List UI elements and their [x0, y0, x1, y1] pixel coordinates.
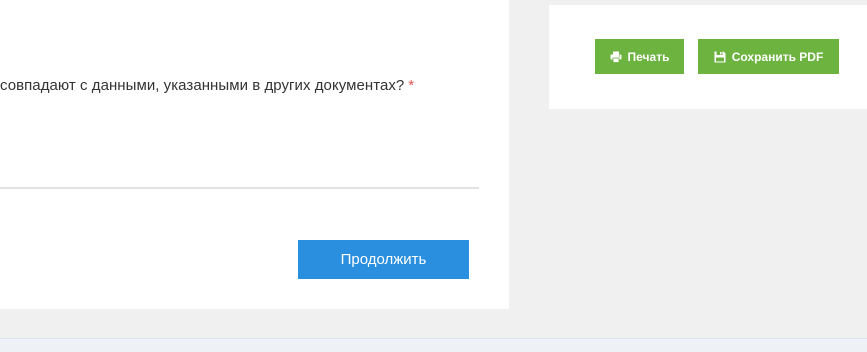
print-button[interactable]: Печать [595, 39, 684, 74]
actions-panel: Печать Сохранить PDF [549, 5, 867, 109]
save-pdf-button[interactable]: Сохранить PDF [698, 39, 839, 74]
footer-bar [0, 338, 867, 352]
save-icon [714, 50, 727, 63]
field-divider [0, 187, 479, 189]
form-panel: совпадают с данными, указанными в других… [0, 0, 509, 309]
question-label: совпадают с данными, указанными в других… [0, 77, 414, 94]
continue-button[interactable]: Продолжить [298, 240, 469, 279]
continue-button-label: Продолжить [340, 251, 427, 268]
required-marker: * [408, 77, 415, 94]
save-pdf-button-label: Сохранить PDF [731, 49, 824, 64]
printer-icon [610, 50, 623, 63]
page: совпадают с данными, указанными в других… [0, 0, 867, 352]
print-button-label: Печать [627, 49, 670, 64]
question-text: совпадают с данными, указанными в других… [0, 77, 405, 94]
